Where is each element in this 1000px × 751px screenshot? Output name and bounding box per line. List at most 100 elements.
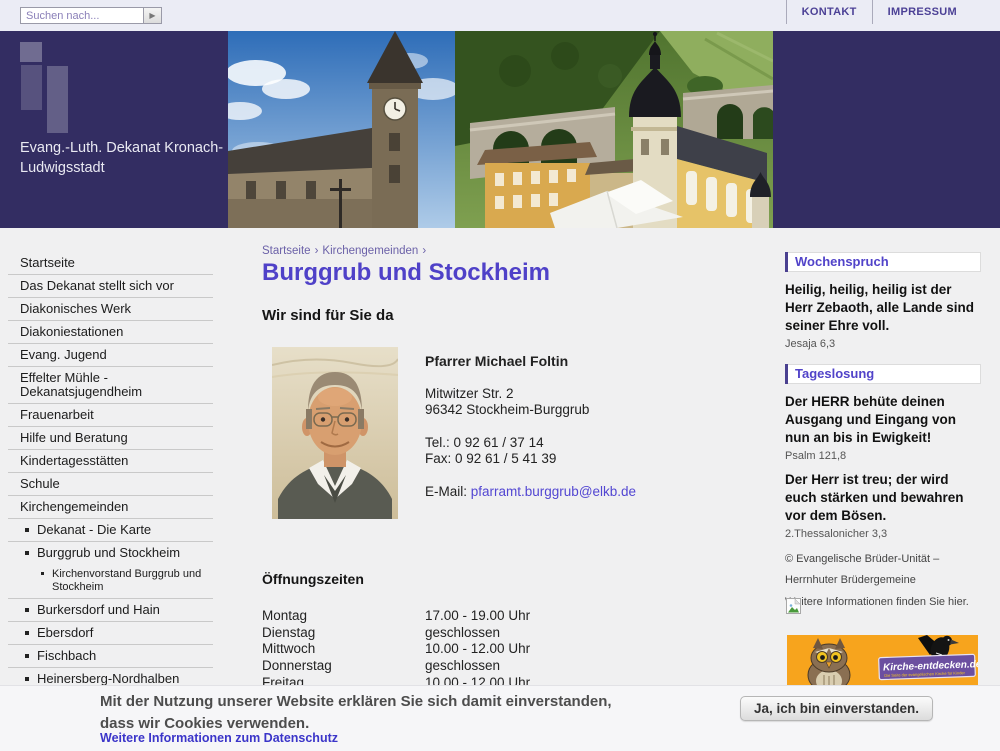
sidebar-item-label: Frauenarbeit [20,407,94,422]
contact-city: 96342 Stockheim-Burggrub [425,402,636,419]
datenschutz-link[interactable]: Weitere Informationen zum Datenschutz [100,731,338,745]
hours-row: Mittwoch 10.00 - 12.00 Uhr [262,641,682,658]
sidebar-item[interactable]: Burggrub und Stockheim [8,542,213,564]
contact-tel: Tel.: 0 92 61 / 37 14 [425,435,636,452]
page: { "topbar": { "search_placeholder": "Suc… [0,0,1000,750]
cookie-message: Mit der Nutzung unserer Website erklären… [100,691,612,735]
header-photo-church-spire [228,31,455,228]
sidebar-item[interactable]: Kindertagesstätten [8,450,213,473]
sidebar-item-label: Kirchengemeinden [20,499,128,514]
topbar-link-impressum[interactable]: IMPRESSUM [872,0,972,24]
sidebar-item[interactable]: Kirchengemeinden [8,496,213,519]
contact-info: Pfarrer Michael Foltin Mitwitzer Str. 2 … [425,353,636,500]
sidebar-item-label: Hilfe und Beratung [20,430,128,445]
hours-time: 10.00 - 12.00 Uhr [425,641,530,658]
sidebar-item-label: Fischbach [37,648,96,663]
email-link[interactable]: pfarramt.burggrub@elkb.de [471,484,636,499]
sidebar-item-label: Das Dekanat stellt sich vor [20,278,174,293]
tageslosung-copyright: © Evangelische Brüder-Unität – Herrnhute… [785,549,981,591]
header-photo-town-viaduct [455,31,773,228]
sidebar-item[interactable]: Hilfe und Beratung [8,427,213,450]
sidebar-item-label: Dekanat - Die Karte [37,522,151,537]
sidebar-item-label: Evang. Jugend [20,347,107,362]
tageslosung-verse1: Der HERR behüte deinen Ausgang und Einga… [785,393,981,447]
site-title: Evang.-Luth. Dekanat Kronach-Ludwigsstad… [20,139,225,178]
breadcrumb: Startseite›Kirchengemeinden› [262,245,430,257]
hours-row: Donnerstag geschlossen [262,658,682,675]
sidebar-item[interactable]: Frauenarbeit [8,404,213,427]
breadcrumb-home-link[interactable]: Startseite [262,245,311,257]
opening-hours-heading: Öffnungszeiten [262,571,364,587]
breadcrumb-separator: › [422,245,426,257]
wochenspruch-heading[interactable]: Wochenspruch [785,252,981,272]
hours-row: Montag 17.00 - 19.00 Uhr [262,608,682,625]
sidebar-item-label: Ebersdorf [37,625,93,640]
topbar-link-kontakt[interactable]: KONTAKT [786,0,872,24]
contact-fax: Fax: 0 92 61 / 5 41 39 [425,451,636,468]
sidebar-item[interactable]: Dekanat - Die Karte [8,519,213,542]
sidebar-items: Startseite Das Dekanat stellt sich vor D… [8,252,213,737]
hours-day: Mittwoch [262,641,425,658]
hours-day: Donnerstag [262,658,425,675]
wochenspruch-source: Jesaja 6,3 [785,338,981,350]
sidebar-item-label: Effelter Mühle - Dekanatsjugendheim [20,370,142,399]
sidebar-item[interactable]: Das Dekanat stellt sich vor [8,275,213,298]
sidebar-item-label: Heinersberg-Nordhalben [37,671,179,686]
wochenspruch-text: Heilig, heilig, heilig ist der Herr Zeba… [785,281,981,335]
sidebar-item-label: Startseite [20,255,75,270]
tageslosung-source2: 2.Thessalonicher 3,3 [785,528,981,540]
cookie-accept-button[interactable]: Ja, ich bin einverstanden. [740,696,933,721]
email-label: E-Mail: [425,484,471,499]
sidebar-item[interactable]: Effelter Mühle - Dekanatsjugendheim [8,367,213,404]
sidebar-item-label: Diakonisches Werk [20,301,131,316]
sidebar-item[interactable]: Schule [8,473,213,496]
broken-image-icon [786,598,801,615]
cookie-banner: Mit der Nutzung unserer Website erklären… [0,685,1000,751]
tageslosung-source1: Psalm 121,8 [785,450,981,462]
hours-day: Montag [262,608,425,625]
page-title: Burggrub und Stockheim [262,259,550,287]
hours-time: 17.00 - 19.00 Uhr [425,608,530,625]
topbar: ▶ KONTAKT IMPRESSUM [0,0,1000,31]
main-content: Startseite›Kirchengemeinden› Burggrub un… [262,240,777,700]
sidebar-item-label: Burggrub und Stockheim [37,545,180,560]
sidebar-item[interactable]: Diakonisches Werk [8,298,213,321]
banner-label: Kirche-entdecken.de Die Seite der evange… [879,654,978,680]
right-sidebar: Wochenspruch Heilig, heilig, heilig ist … [785,252,981,608]
pastor-name: Pfarrer Michael Foltin [425,353,636,370]
sidebar-item[interactable]: Diakoniestationen [8,321,213,344]
sidebar-item-label: Schule [20,476,60,491]
search-submit-button[interactable]: ▶ [143,7,162,24]
sidebar-item-label: Kirchenvorstand Burggrub und Stockheim [52,568,201,593]
logo-block-1 [20,42,42,62]
logo-block-3 [47,66,68,133]
kirche-entdecken-banner[interactable]: Kirche-entdecken.de Die Seite der evange… [787,635,978,685]
tageslosung-more-info-link[interactable]: Weitere Informationen finden Sie hier. [785,596,981,608]
sidebar-item[interactable]: Kirchenvorstand Burggrub und Stockheim [8,564,213,599]
hours-time: geschlossen [425,658,500,675]
contact-street: Mitwitzer Str. 2 [425,386,636,403]
sidebar-item[interactable]: Fischbach [8,645,213,668]
logo-block-2 [21,65,42,110]
topbar-links: KONTAKT IMPRESSUM [786,0,972,24]
sidebar-item[interactable]: Ebersdorf [8,622,213,645]
header-photos [228,31,773,228]
sidebar-item[interactable]: Startseite [8,252,213,275]
dekanat-logo-icon[interactable] [20,42,80,137]
sidebar-item[interactable]: Burkersdorf und Hain [8,599,213,622]
tageslosung-verse2: Der Herr ist treu; der wird euch stärken… [785,471,981,525]
hours-day: Dienstag [262,625,425,642]
breadcrumb-separator: › [315,245,319,257]
breadcrumb-section-link[interactable]: Kirchengemeinden [322,245,418,257]
site-header: Evang.-Luth. Dekanat Kronach-Ludwigsstad… [0,31,1000,228]
hours-row: Dienstag geschlossen [262,625,682,642]
search-input[interactable] [20,7,146,24]
sidebar-item[interactable]: Evang. Jugend [8,344,213,367]
tageslosung-heading[interactable]: Tageslosung [785,364,981,384]
sidebar-nav: Startseite Das Dekanat stellt sich vor D… [8,252,213,737]
cookie-message-line1: Mit der Nutzung unserer Website erklären… [100,691,612,713]
sidebar-item-label: Burkersdorf und Hain [37,602,160,617]
search-arrow-icon: ▶ [149,11,155,20]
hours-time: geschlossen [425,625,500,642]
sidebar-item-label: Kindertagesstätten [20,453,128,468]
